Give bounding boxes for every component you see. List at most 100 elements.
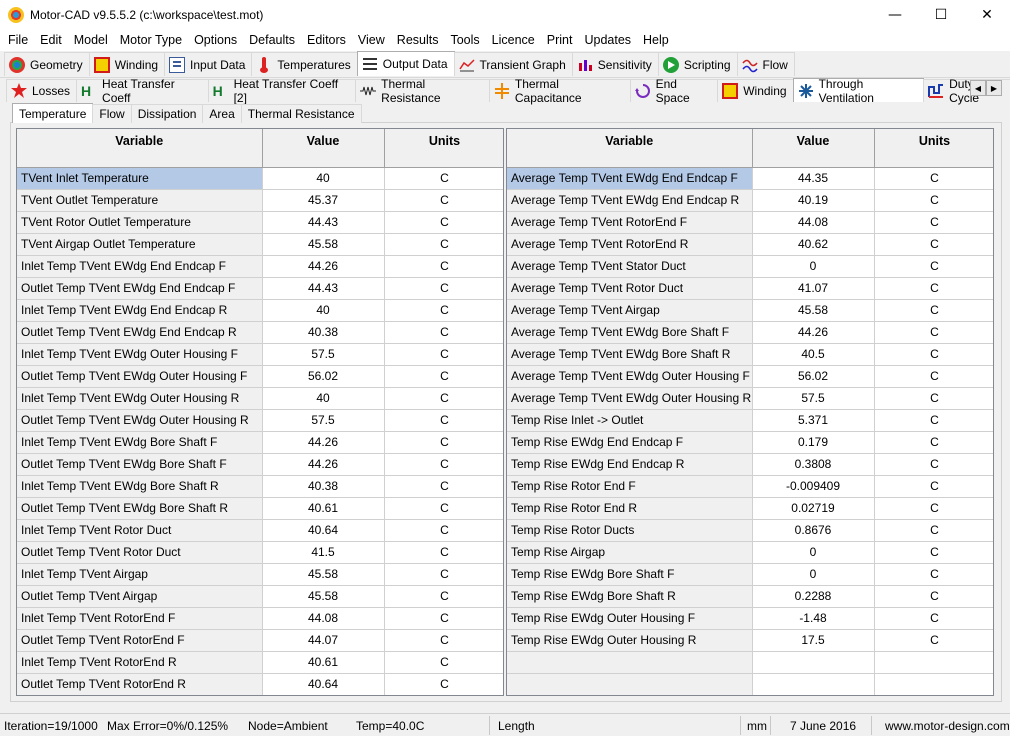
units-cell[interactable]: C xyxy=(384,233,503,256)
table-row[interactable]: Temp Rise Rotor End R 0.02719 C xyxy=(507,497,993,520)
value-cell[interactable]: 45.37 xyxy=(262,189,385,212)
variable-cell[interactable]: Outlet Temp TVent Rotor Duct xyxy=(17,541,263,564)
units-cell[interactable]: C xyxy=(384,651,503,674)
table-row[interactable]: Outlet Temp TVent Airgap 45.58 C xyxy=(17,585,503,608)
units-cell[interactable]: C xyxy=(384,255,503,278)
variable-cell[interactable]: Average Temp TVent Stator Duct xyxy=(507,255,753,278)
subtab-thermal-capacitance[interactable]: Thermal Capacitance xyxy=(488,77,631,105)
units-cell[interactable]: C xyxy=(384,497,503,520)
value-cell[interactable]: 41.5 xyxy=(262,541,385,564)
units-cell[interactable]: C xyxy=(874,431,993,454)
value-cell[interactable]: 44.43 xyxy=(262,277,385,300)
value-cell[interactable]: 0 xyxy=(752,563,875,586)
menu-licence[interactable]: Licence xyxy=(486,30,541,51)
units-cell[interactable]: C xyxy=(874,475,993,498)
units-cell[interactable]: C xyxy=(384,387,503,410)
variable-cell[interactable]: Temp Rise Rotor End R xyxy=(507,497,753,520)
variable-cell[interactable]: Average Temp TVent EWdg Outer Housing R xyxy=(507,387,753,410)
tab-geometry[interactable]: Geometry xyxy=(4,52,90,76)
table-row[interactable]: Average Temp TVent EWdg Bore Shaft F 44.2… xyxy=(507,321,993,344)
table-row[interactable]: Average Temp TVent RotorEnd R 40.62 C xyxy=(507,233,993,256)
variable-cell[interactable]: Temp Rise EWdg Bore Shaft F xyxy=(507,563,753,586)
variable-cell[interactable]: Inlet Temp TVent RotorEnd R xyxy=(17,651,263,674)
table-row[interactable]: Average Temp TVent EWdg Bore Shaft R 40.5… xyxy=(507,343,993,366)
variable-cell[interactable]: Inlet Temp TVent EWdg Bore Shaft R xyxy=(17,475,263,498)
variable-cell[interactable]: Average Temp TVent RotorEnd F xyxy=(507,211,753,234)
value-cell[interactable]: 45.58 xyxy=(262,563,385,586)
variable-cell[interactable]: TVent Rotor Outlet Temperature xyxy=(17,211,263,234)
tab-output-data[interactable]: Output Data xyxy=(356,51,455,76)
units-cell[interactable]: C xyxy=(384,321,503,344)
units-cell[interactable]: C xyxy=(384,167,503,190)
variable-cell[interactable]: Temp Rise Rotor Ducts xyxy=(507,519,753,542)
innertab-flow[interactable]: Flow xyxy=(92,104,132,123)
variable-cell[interactable]: Temp Rise Rotor End F xyxy=(507,475,753,498)
units-cell[interactable]: C xyxy=(874,299,993,322)
value-cell[interactable]: 40.5 xyxy=(752,343,875,366)
units-cell[interactable]: C xyxy=(874,585,993,608)
value-cell[interactable]: 0.179 xyxy=(752,431,875,454)
variable-cell[interactable]: Outlet Temp TVent RotorEnd F xyxy=(17,629,263,652)
tab-flow[interactable]: Flow xyxy=(736,52,795,76)
value-cell[interactable]: 0.3808 xyxy=(752,453,875,476)
table-row[interactable]: Average Temp TVent Airgap 45.58 C xyxy=(507,299,993,322)
variable-cell[interactable]: Inlet Temp TVent Rotor Duct xyxy=(17,519,263,542)
units-cell[interactable]: C xyxy=(384,365,503,388)
variable-cell[interactable]: Inlet Temp TVent Airgap xyxy=(17,563,263,586)
units-cell[interactable]: C xyxy=(384,211,503,234)
value-cell[interactable]: 40.64 xyxy=(262,673,385,695)
value-cell[interactable]: 57.5 xyxy=(752,387,875,410)
value-cell[interactable]: 56.02 xyxy=(262,365,385,388)
units-cell[interactable]: C xyxy=(874,167,993,190)
units-cell[interactable]: C xyxy=(874,453,993,476)
table-row[interactable]: Temp Rise Airgap 0 C xyxy=(507,541,993,564)
tab-scroll-right-button[interactable]: ▶ xyxy=(986,80,1002,96)
units-cell[interactable]: C xyxy=(384,343,503,366)
units-cell[interactable]: C xyxy=(384,277,503,300)
value-cell[interactable]: 44.08 xyxy=(752,211,875,234)
table-row[interactable]: Inlet Temp TVent EWdg Outer Housing F 57.… xyxy=(17,343,503,366)
units-cell[interactable]: C xyxy=(384,475,503,498)
value-cell[interactable]: 40.61 xyxy=(262,497,385,520)
table-row[interactable]: Temp Rise Rotor Ducts 0.8676 C xyxy=(507,519,993,542)
table-row[interactable]: Outlet Temp TVent EWdg Outer Housing R 57… xyxy=(17,409,503,432)
table-row[interactable]: Average Temp TVent EWdg End Endcap F 44.3… xyxy=(507,167,993,190)
value-cell[interactable]: 44.26 xyxy=(262,255,385,278)
table-row[interactable]: Inlet Temp TVent RotorEnd R 40.61 C xyxy=(17,651,503,674)
innertab-area[interactable]: Area xyxy=(202,104,242,123)
value-cell[interactable]: 40.19 xyxy=(752,189,875,212)
variable-cell[interactable]: Temp Rise EWdg Outer Housing F xyxy=(507,607,753,630)
menu-edit[interactable]: Edit xyxy=(34,30,68,51)
value-cell[interactable]: 0.8676 xyxy=(752,519,875,542)
units-cell[interactable]: C xyxy=(384,431,503,454)
subtab-end-space[interactable]: End Space xyxy=(629,77,719,105)
value-cell[interactable]: 45.58 xyxy=(262,233,385,256)
table-row[interactable]: Temp Rise Inlet -> Outlet 5.371 C xyxy=(507,409,993,432)
units-cell[interactable]: C xyxy=(384,563,503,586)
tab-transient-graph[interactable]: Transient Graph xyxy=(453,52,573,76)
variable-cell[interactable]: Outlet Temp TVent EWdg Bore Shaft R xyxy=(17,497,263,520)
units-cell[interactable]: C xyxy=(384,673,503,695)
menu-file[interactable]: File xyxy=(2,30,34,51)
variable-cell[interactable]: Average Temp TVent EWdg End Endcap F xyxy=(507,167,753,190)
value-cell[interactable]: 40 xyxy=(262,167,385,190)
table-row[interactable]: Outlet Temp TVent EWdg Outer Housing F 56… xyxy=(17,365,503,388)
table-row[interactable]: Average Temp TVent EWdg Outer Housing R5… xyxy=(507,387,993,410)
variable-cell[interactable]: Inlet Temp TVent RotorEnd F xyxy=(17,607,263,630)
subtab-heat-transfer-coeff-2[interactable]: H Heat Transfer Coeff [2] xyxy=(207,77,357,105)
menu-editors[interactable]: Editors xyxy=(301,30,352,51)
table-row[interactable]: Temp Rise EWdg Outer Housing F -1.48 C xyxy=(507,607,993,630)
value-cell[interactable]: 44.26 xyxy=(262,453,385,476)
column-header-units[interactable]: Units xyxy=(874,129,993,168)
value-cell[interactable]: 44.26 xyxy=(752,321,875,344)
value-cell[interactable]: 44.26 xyxy=(262,431,385,454)
units-cell[interactable]: C xyxy=(874,497,993,520)
units-cell[interactable]: C xyxy=(874,387,993,410)
variable-cell[interactable]: Inlet Temp TVent EWdg End Endcap R xyxy=(17,299,263,322)
units-cell[interactable]: C xyxy=(384,585,503,608)
menu-print[interactable]: Print xyxy=(541,30,579,51)
table-row[interactable]: Outlet Temp TVent RotorEnd R 40.64 C xyxy=(17,673,503,695)
variable-cell[interactable]: Average Temp TVent EWdg Outer Housing F xyxy=(507,365,753,388)
table-row[interactable]: Temp Rise EWdg Bore Shaft F0C xyxy=(507,563,993,586)
units-cell[interactable]: C xyxy=(874,343,993,366)
